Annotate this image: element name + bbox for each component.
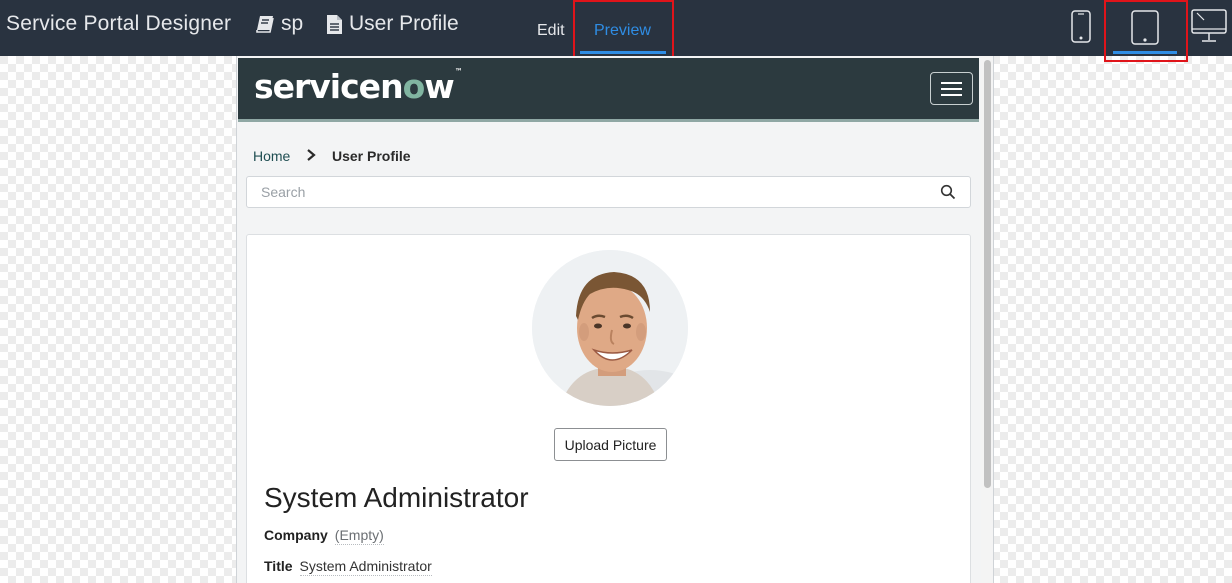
page-selector[interactable]: User Profile [326,12,459,36]
user-name: System Administrator [264,482,529,513]
preview-frame: servicenow™ Home User Profile Search Upl… [236,56,994,583]
portal-selector[interactable]: sp [255,12,303,36]
designer-toolbar: Service Portal Designer sp User Profile … [0,0,1232,62]
title-label: Title [264,558,293,574]
avatar [532,250,688,406]
scrollbar-thumb[interactable] [984,60,991,488]
app-title: Service Portal Designer [6,12,232,35]
desktop-view-icon[interactable] [1191,9,1227,43]
user-profile-card: Upload Picture System Administrator Comp… [246,234,971,583]
title-field: Title System Administrator [264,558,432,576]
servicenow-logo[interactable]: servicenow™ [254,67,463,106]
search-box [246,176,971,208]
breadcrumb-current: User Profile [332,148,411,164]
document-icon [327,14,342,34]
profile-photo [532,250,688,406]
search-icon[interactable] [940,184,956,200]
hamburger-icon [941,82,962,84]
company-value[interactable]: (Empty) [334,527,384,545]
upload-picture-button[interactable]: Upload Picture [554,428,667,461]
hamburger-menu-button[interactable] [930,72,973,105]
title-value[interactable]: System Administrator [299,558,432,576]
chevron-right-icon [305,148,317,162]
phone-view-icon[interactable] [1071,10,1091,43]
breadcrumb-home-link[interactable]: Home [253,148,290,164]
book-icon [256,16,274,33]
page-name: User Profile [349,12,459,35]
portal-header: servicenow™ [238,58,979,122]
preview-tab-highlight [573,0,674,59]
company-label: Company [264,527,328,543]
portal-name: sp [281,12,304,35]
tablet-view-highlight [1104,0,1188,62]
tab-edit[interactable]: Edit [537,22,565,40]
search-input[interactable] [247,177,937,207]
company-field: Company (Empty) [264,527,384,545]
